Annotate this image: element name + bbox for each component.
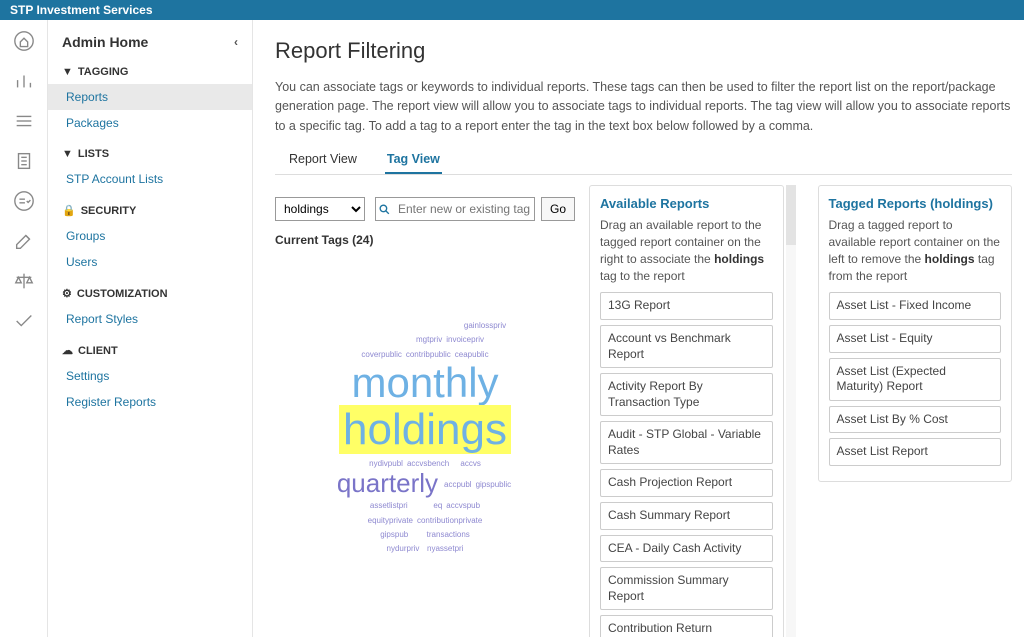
- page-title: Report Filtering: [275, 38, 1012, 64]
- tagged-reports-panel: Tagged Reports (holdings) Drag a tagged …: [818, 185, 1013, 482]
- tag-cloud-item[interactable]: nydurpriv: [387, 545, 420, 554]
- scrollbar-thumb[interactable]: [786, 185, 796, 245]
- nav-section-customization[interactable]: ⚙CUSTOMIZATION: [48, 281, 252, 306]
- nav-section-client[interactable]: ☁CLIENT: [48, 338, 252, 363]
- sidebar-title: Admin Home: [62, 34, 148, 50]
- home-icon[interactable]: [13, 30, 35, 52]
- tag-cloud-item[interactable]: gipspublic: [476, 481, 512, 490]
- tag-cloud-holdings[interactable]: holdings: [339, 405, 511, 454]
- search-icon: [376, 198, 394, 220]
- tag-icon: ▼: [62, 66, 73, 78]
- edit-icon[interactable]: [13, 230, 35, 252]
- available-report-item[interactable]: Cash Projection Report: [600, 469, 773, 497]
- sidebar-item-report-styles[interactable]: Report Styles: [48, 306, 252, 332]
- collapse-icon[interactable]: ‹: [234, 35, 238, 49]
- tag-cloud-item[interactable]: invoicepriv: [446, 336, 484, 345]
- sidebar-item-stp-account-lists[interactable]: STP Account Lists: [48, 166, 252, 192]
- tag-cloud-item[interactable]: gainlosspriv: [464, 322, 506, 331]
- available-reports-panel: Available Reports Drag an available repo…: [589, 185, 784, 637]
- go-button[interactable]: Go: [541, 197, 575, 221]
- tag-cloud-item[interactable]: gipspub: [380, 531, 408, 540]
- tag-cloud-item[interactable]: accvspub: [446, 502, 480, 511]
- tagged-report-item[interactable]: Asset List Report: [829, 438, 1002, 466]
- nav-section-lists[interactable]: ▼LISTS: [48, 142, 252, 166]
- tagged-report-item[interactable]: Asset List - Equity: [829, 325, 1002, 353]
- sidebar-item-groups[interactable]: Groups: [48, 223, 252, 249]
- sidebar-item-register-reports[interactable]: Register Reports: [48, 389, 252, 415]
- tabs: Report View Tag View: [275, 146, 1012, 175]
- tag-select[interactable]: holdings: [275, 197, 365, 221]
- tag-search-input[interactable]: [394, 198, 534, 220]
- gear-icon: ⚙: [62, 287, 72, 300]
- balance-icon[interactable]: [13, 270, 35, 292]
- tag-cloud-monthly[interactable]: monthly: [351, 359, 498, 406]
- available-panel-hint: Drag an available report to the tagged r…: [600, 217, 773, 284]
- available-report-item[interactable]: Contribution Return: [600, 615, 773, 637]
- scrollbar-track: [786, 185, 796, 637]
- tagged-panel-title: Tagged Reports (holdings): [829, 196, 1002, 211]
- nav-section-tagging[interactable]: ▼TAGGING: [48, 60, 252, 84]
- tag-cloud-item[interactable]: transactions: [427, 531, 470, 540]
- tagged-panel-hint: Drag a tagged report to available report…: [829, 217, 1002, 284]
- available-reports-list: 13G Report Account vs Benchmark Report Act…: [600, 292, 773, 637]
- sidebar-item-reports[interactable]: Reports: [48, 84, 252, 110]
- tag-cloud-item[interactable]: accvsbench: [407, 460, 449, 469]
- tag-cloud-item[interactable]: accpubl: [444, 481, 472, 490]
- tagged-report-item[interactable]: Asset List (Expected Maturity) Report: [829, 358, 1002, 401]
- page-description: You can associate tags or keywords to in…: [275, 78, 1012, 136]
- check-icon[interactable]: [13, 310, 35, 332]
- tagged-report-item[interactable]: Asset List - Fixed Income: [829, 292, 1002, 320]
- tag-cloud: gainlosspriv mgtpriv invoicepriv coverpub…: [275, 277, 575, 555]
- available-report-item[interactable]: Account vs Benchmark Report: [600, 325, 773, 368]
- available-panel-title: Available Reports: [600, 196, 773, 211]
- tag-cloud-item[interactable]: mgtpriv: [416, 336, 442, 345]
- tag-cloud-item[interactable]: contribpublic: [406, 351, 451, 360]
- tag-cloud-item[interactable]: eq: [433, 502, 442, 511]
- nav-section-security[interactable]: 🔒SECURITY: [48, 198, 252, 223]
- chart-icon[interactable]: [13, 70, 35, 92]
- brand-name: STP Investment Services: [10, 3, 153, 17]
- tagged-reports-list: Asset List - Fixed Income Asset List - Eq…: [829, 292, 1002, 466]
- tab-tag-view[interactable]: Tag View: [385, 146, 442, 174]
- available-report-item[interactable]: CEA - Daily Cash Activity: [600, 535, 773, 563]
- top-bar: STP Investment Services: [0, 0, 1024, 20]
- sidebar-item-packages[interactable]: Packages: [48, 110, 252, 136]
- list-icon: ▼: [62, 148, 73, 160]
- tag-cloud-quarterly[interactable]: quarterly: [337, 469, 438, 498]
- available-report-item[interactable]: Commission Summary Report: [600, 567, 773, 610]
- tag-cloud-item[interactable]: accvs: [460, 460, 480, 469]
- tagged-report-item[interactable]: Asset List By % Cost: [829, 406, 1002, 434]
- sidebar-item-settings[interactable]: Settings: [48, 363, 252, 389]
- tag-cloud-item[interactable]: coverpublic: [361, 351, 401, 360]
- list-check-icon[interactable]: [13, 190, 35, 212]
- tag-cloud-item[interactable]: contributionprivate: [417, 517, 482, 526]
- available-report-item[interactable]: Activity Report By Transaction Type: [600, 373, 773, 416]
- main-content: Report Filtering You can associate tags …: [253, 20, 1024, 637]
- available-report-item[interactable]: Audit - STP Global - Variable Rates: [600, 421, 773, 464]
- available-report-item[interactable]: Cash Summary Report: [600, 502, 773, 530]
- tag-cloud-item[interactable]: equityprivate: [368, 517, 413, 526]
- tag-cloud-item[interactable]: ceapublic: [455, 351, 489, 360]
- sidebar-item-users[interactable]: Users: [48, 249, 252, 275]
- tag-cloud-item[interactable]: nydivpubl: [369, 460, 403, 469]
- document-icon[interactable]: [13, 150, 35, 172]
- current-tags-label: Current Tags (24): [275, 233, 575, 247]
- tag-cloud-item[interactable]: nyassetpri: [427, 545, 463, 554]
- tab-report-view[interactable]: Report View: [287, 146, 359, 174]
- available-report-item[interactable]: 13G Report: [600, 292, 773, 320]
- sidebar: Admin Home ‹ ▼TAGGING Reports Packages ▼…: [48, 20, 253, 637]
- lock-icon: 🔒: [62, 204, 76, 217]
- tag-cloud-item[interactable]: assetlistpri: [370, 502, 408, 511]
- icon-rail: [0, 20, 48, 637]
- cloud-icon: ☁: [62, 344, 73, 357]
- menu-icon[interactable]: [13, 110, 35, 132]
